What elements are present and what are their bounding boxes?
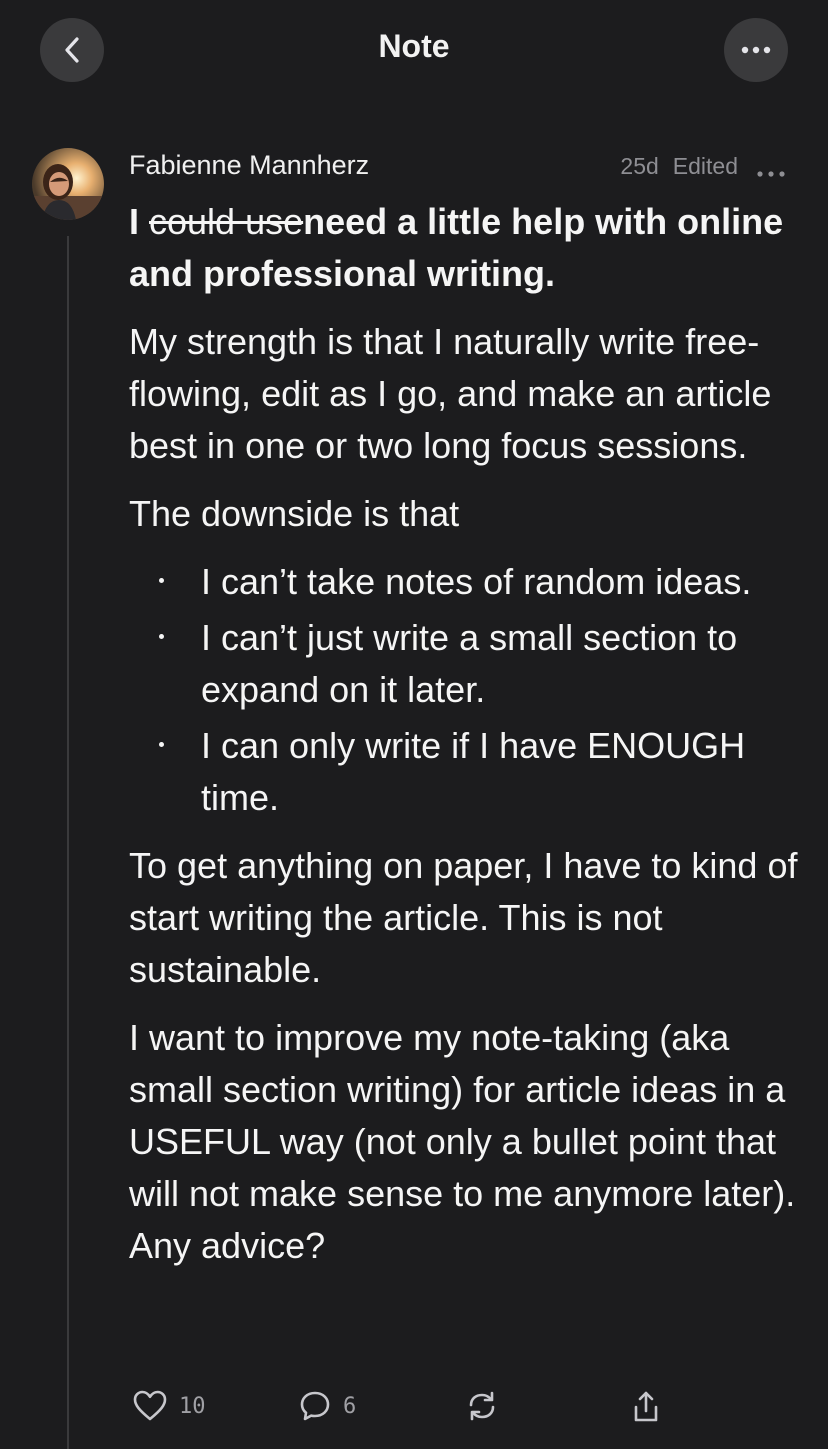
restack-icon: [469, 1391, 495, 1421]
header: Note: [0, 0, 828, 100]
ellipsis-icon: [741, 46, 771, 54]
avatar[interactable]: [32, 148, 104, 220]
comment-count: 6: [343, 1393, 357, 1419]
note-paragraph: My strength is that I naturally write fr…: [129, 321, 772, 466]
list-item: I can’t take notes of random ideas.: [159, 556, 799, 608]
note-paragraph: I want to improve my note-taking (aka sm…: [129, 1017, 796, 1266]
action-bar: 10 6: [129, 1390, 689, 1430]
more-options-button[interactable]: [724, 18, 788, 82]
note-body: I could useneed a little help with onlin…: [129, 196, 799, 1288]
note-paragraph: The downside is that: [129, 493, 460, 534]
share-icon: [634, 1391, 658, 1422]
like-button[interactable]: 10: [133, 1390, 206, 1422]
list-item: I can only write if I have ENOUGH time.: [159, 720, 799, 824]
bullet-dot: [159, 578, 164, 583]
bullet-text: I can’t just write a small section to ex…: [201, 617, 738, 710]
like-count: 10: [179, 1393, 206, 1419]
share-button[interactable]: [631, 1390, 661, 1424]
bullet-dot: [159, 634, 164, 639]
comment-button[interactable]: 6: [299, 1390, 356, 1422]
note-screen: Note Fabienne Mannherz 25d Edited I coul…: [0, 0, 828, 1449]
note-lead: I could useneed a little help with onlin…: [129, 196, 799, 300]
post-meta: 25d Edited: [620, 153, 738, 180]
post-more-button[interactable]: [757, 164, 785, 182]
edited-label: Edited: [672, 153, 738, 179]
comment-icon: [300, 1391, 330, 1421]
bullet-dot: [159, 742, 164, 747]
heart-icon: [133, 1390, 167, 1421]
bullet-list: I can’t take notes of random ideas. I ca…: [129, 556, 799, 824]
list-item: I can’t just write a small section to ex…: [159, 612, 799, 716]
note-paragraph: To get anything on paper, I have to kind…: [129, 845, 798, 990]
post-age: 25d: [620, 153, 659, 179]
author-name[interactable]: Fabienne Mannherz: [129, 150, 369, 181]
thread-line: [67, 236, 69, 1449]
bullet-text: I can only write if I have ENOUGH time.: [201, 725, 746, 818]
struck-text: could use: [149, 201, 304, 242]
page-title: Note: [378, 28, 450, 64]
restack-button[interactable]: [465, 1390, 499, 1422]
ellipsis-icon: [757, 171, 785, 177]
bullet-text: I can’t take notes of random ideas.: [201, 561, 752, 602]
avatar-image: [32, 148, 104, 220]
lead-prefix: I: [129, 201, 150, 242]
